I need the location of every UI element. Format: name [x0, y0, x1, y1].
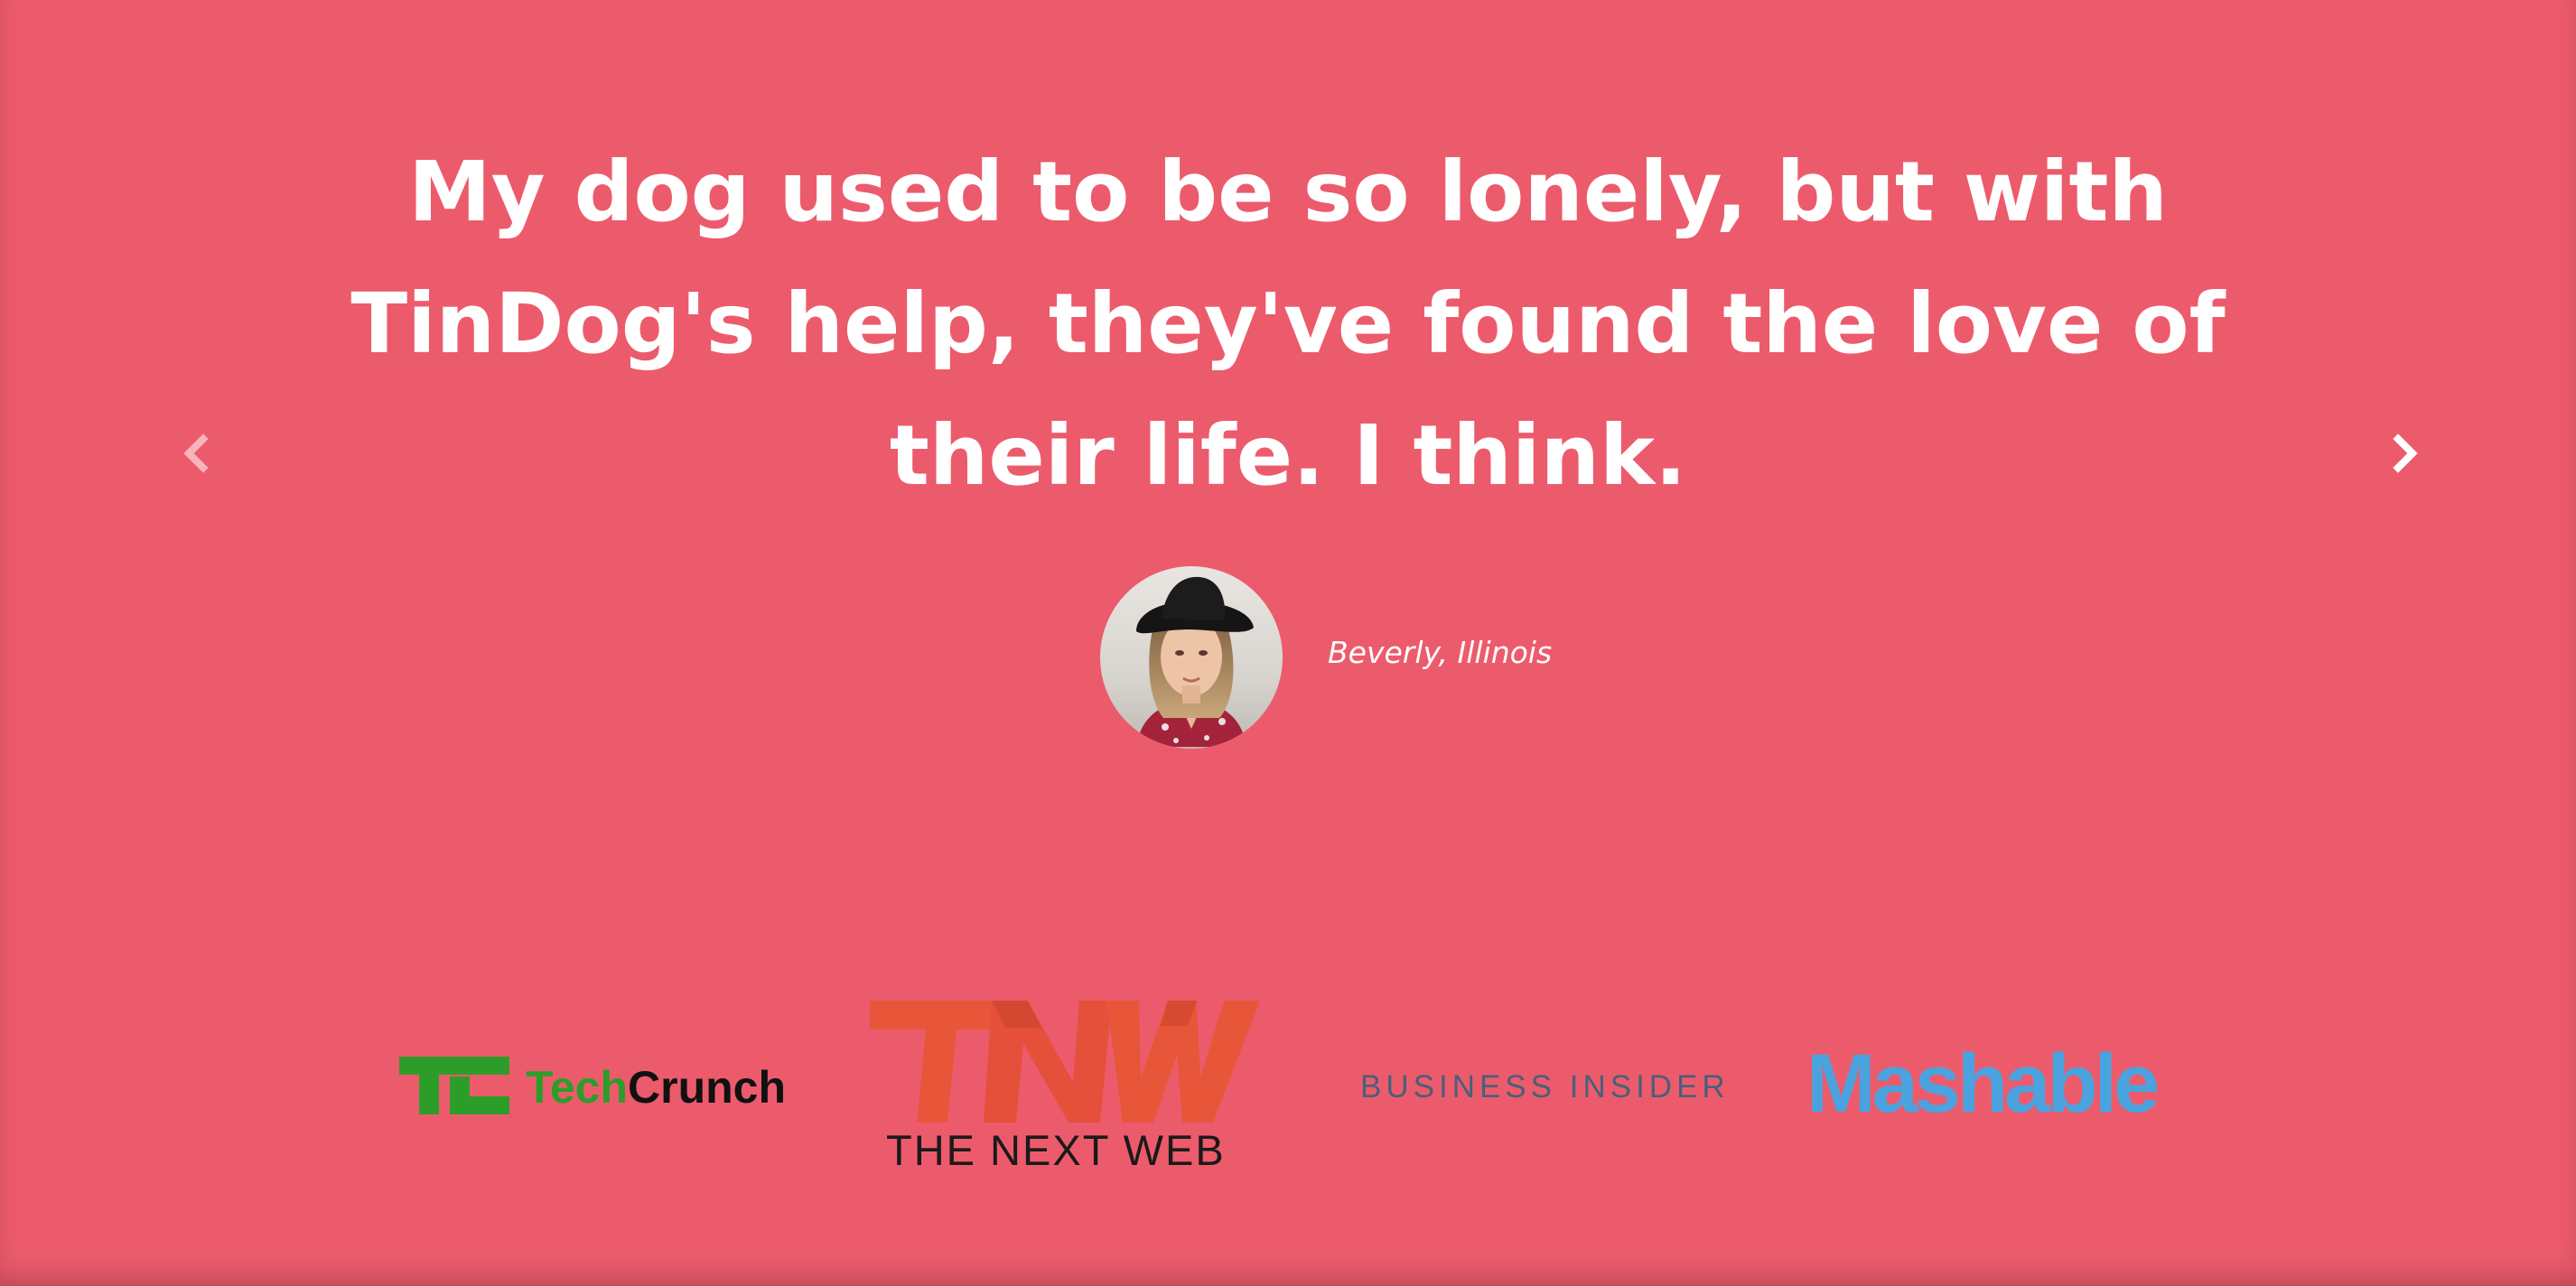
techcrunch-crunch: Crunch — [628, 1062, 786, 1113]
techcrunch-mark-icon — [399, 1057, 509, 1114]
carousel-next-button[interactable] — [2379, 426, 2433, 480]
techcrunch-logo: TechCrunch — [399, 1057, 788, 1118]
testimonials-section: My dog used to be so lonely, but with Ti… — [0, 0, 2576, 1286]
avatar — [1100, 566, 1283, 749]
chevron-right-icon — [2393, 433, 2418, 473]
author-photo — [1100, 566, 1283, 749]
techcrunch-tech: Tech — [526, 1062, 628, 1113]
author-name: Beverly, Illinois — [1328, 635, 1553, 670]
tnw-logo: THE NEXT WEB — [870, 1001, 1260, 1174]
tnw-mark-icon — [870, 1001, 1260, 1123]
mashable-logo: Mashable — [1806, 1038, 2160, 1130]
testimonial-author: Beverly, Illinois — [1100, 566, 1552, 750]
tnw-subtitle: THE NEXT WEB — [886, 1126, 1226, 1174]
techcrunch-wordmark: TechCrunch — [526, 1060, 786, 1114]
business-insider-logo: BUSINESS INSIDER — [1360, 1069, 1730, 1104]
carousel-prev-button[interactable] — [168, 426, 222, 480]
press-logos: TechCrunch THE NEXT WEB BUSINESS INSIDER… — [0, 993, 2576, 1174]
testimonial-quote: My dog used to be so lonely, but with Ti… — [350, 144, 2226, 504]
chevron-left-icon — [183, 433, 209, 473]
